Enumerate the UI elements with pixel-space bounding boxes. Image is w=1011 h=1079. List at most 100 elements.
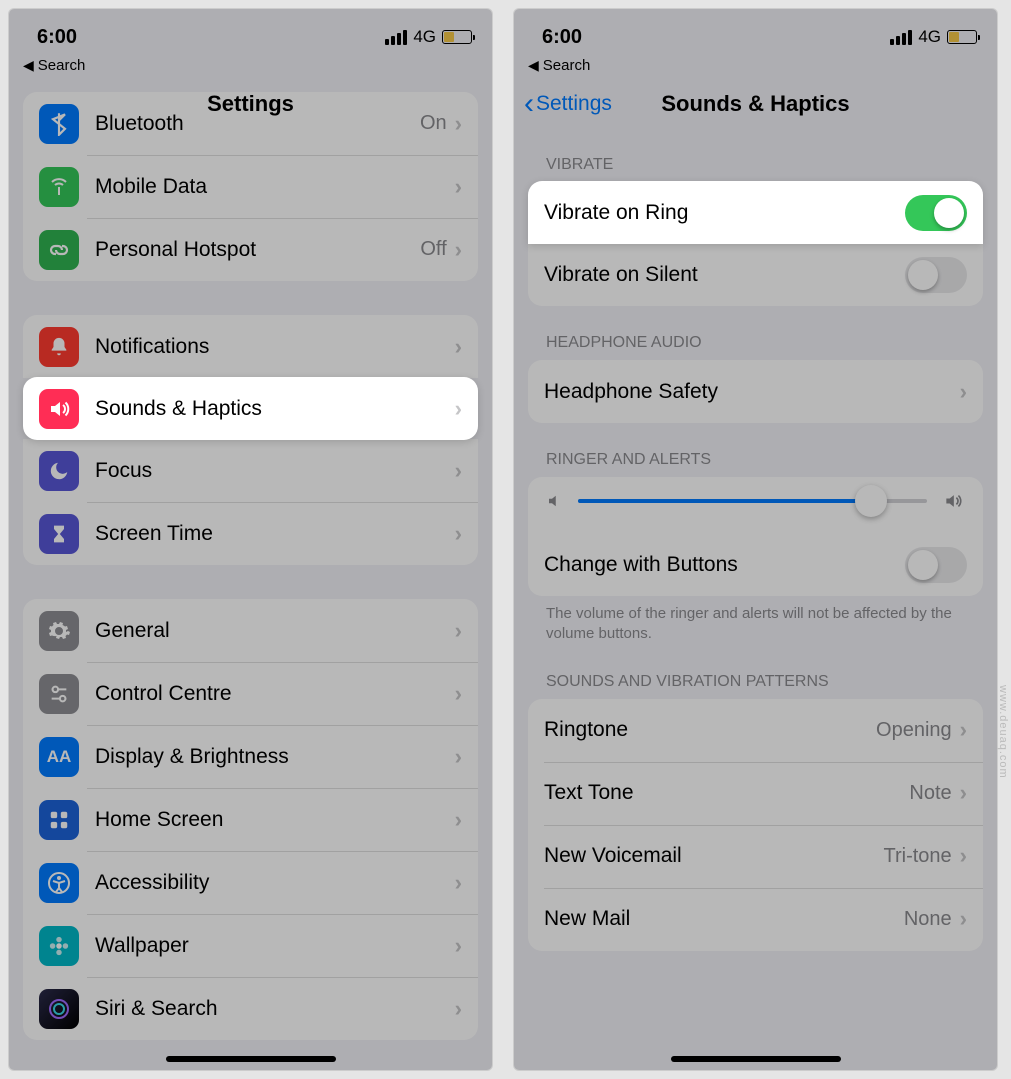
row-label: Notifications — [95, 335, 455, 359]
settings-list[interactable]: Bluetooth On › Mobile Data › Personal Ho… — [9, 92, 492, 1060]
row-label: Focus — [95, 459, 455, 483]
chevron-right-icon: › — [455, 870, 462, 896]
chevron-right-icon: › — [455, 111, 462, 137]
home-indicator[interactable] — [166, 1056, 336, 1062]
row-label: Wallpaper — [95, 934, 455, 958]
row-label: Sounds & Haptics — [95, 397, 455, 421]
status-time: 6:00 — [542, 26, 582, 49]
row-mobile-data[interactable]: Mobile Data › — [23, 155, 478, 218]
row-sounds-haptics[interactable]: Sounds & Haptics › — [23, 377, 478, 440]
back-caret-icon: ◀ — [23, 57, 34, 74]
row-notifications[interactable]: Notifications › — [23, 315, 478, 378]
row-personal-hotspot[interactable]: Personal Hotspot Off › — [23, 218, 478, 281]
row-label: Screen Time — [95, 522, 455, 546]
row-ringtone[interactable]: Ringtone Opening › — [528, 699, 983, 762]
speaker-high-icon — [941, 491, 965, 511]
row-label: Text Tone — [544, 781, 909, 805]
bell-icon — [39, 327, 79, 367]
network-label: 4G — [918, 27, 941, 47]
row-home-screen[interactable]: Home Screen › — [23, 788, 478, 851]
row-value: Tri-tone — [884, 845, 952, 868]
chevron-left-icon: ‹ — [524, 89, 534, 119]
chevron-right-icon: › — [455, 996, 462, 1022]
row-label: Siri & Search — [95, 997, 455, 1021]
row-label: Vibrate on Ring — [544, 201, 905, 225]
row-text-tone[interactable]: Text Tone Note › — [528, 762, 983, 825]
chevron-right-icon: › — [455, 174, 462, 200]
section-headphone: HEADPHONE AUDIO — [528, 306, 983, 360]
row-label: New Mail — [544, 907, 904, 931]
nav-back-label: Settings — [536, 92, 612, 116]
group-vibrate: Vibrate on Silent — [528, 243, 983, 306]
chevron-right-icon: › — [455, 521, 462, 547]
row-label: Mobile Data — [95, 175, 455, 199]
row-label: New Voicemail — [544, 844, 884, 868]
home-indicator[interactable] — [671, 1056, 841, 1062]
speaker-low-icon — [546, 492, 564, 510]
status-time: 6:00 — [37, 26, 77, 49]
back-to-search[interactable]: ◀ Search — [9, 57, 492, 80]
row-accessibility[interactable]: Accessibility › — [23, 851, 478, 914]
flower-icon — [39, 926, 79, 966]
chevron-right-icon: › — [960, 717, 967, 743]
row-bluetooth[interactable]: Bluetooth On › — [23, 92, 478, 155]
grid-icon — [39, 800, 79, 840]
toggle-vibrate-on-silent[interactable] — [905, 257, 967, 293]
row-control-centre[interactable]: Control Centre › — [23, 662, 478, 725]
row-label: Display & Brightness — [95, 745, 455, 769]
row-new-mail[interactable]: New Mail None › — [528, 888, 983, 951]
row-vibrate-on-ring[interactable]: Vibrate on Ring — [528, 181, 983, 244]
sounds-list[interactable]: VIBRATE Vibrate on Ring Vibrate on Silen… — [514, 128, 997, 971]
chevron-right-icon: › — [960, 906, 967, 932]
battery-icon — [947, 30, 977, 44]
row-label: Vibrate on Silent — [544, 263, 905, 287]
watermark: www.deuaq.com — [997, 685, 1009, 779]
row-vibrate-on-ring-highlight: Vibrate on Ring — [528, 181, 983, 244]
row-screen-time[interactable]: Screen Time › — [23, 502, 478, 565]
row-display-brightness[interactable]: AA Display & Brightness › — [23, 725, 478, 788]
accessibility-icon — [39, 863, 79, 903]
cellular-signal-icon — [385, 30, 407, 45]
chevron-right-icon: › — [455, 396, 462, 422]
phone-sounds-haptics: 6:00 4G ◀ Search ‹ Settings Sounds & Hap… — [513, 8, 998, 1071]
group-general: General › Control Centre › AA Display & … — [23, 599, 478, 1040]
row-label: Ringtone — [544, 718, 876, 742]
chevron-right-icon: › — [455, 458, 462, 484]
status-right: 4G — [890, 27, 977, 47]
group-headphone: Headphone Safety › — [528, 360, 983, 423]
row-siri-search[interactable]: Siri & Search › — [23, 977, 478, 1040]
section-vibrate: VIBRATE — [528, 128, 983, 182]
row-vibrate-on-silent[interactable]: Vibrate on Silent — [528, 243, 983, 306]
link-icon — [39, 230, 79, 270]
row-focus[interactable]: Focus › — [23, 439, 478, 502]
ringer-footer: The volume of the ringer and alerts will… — [528, 596, 983, 645]
back-label: Search — [38, 57, 86, 74]
text-size-icon: AA — [39, 737, 79, 777]
chevron-right-icon: › — [455, 334, 462, 360]
row-general[interactable]: General › — [23, 599, 478, 662]
row-new-voicemail[interactable]: New Voicemail Tri-tone › — [528, 825, 983, 888]
row-label: Home Screen — [95, 808, 455, 832]
status-right: 4G — [385, 27, 472, 47]
chevron-right-icon: › — [960, 780, 967, 806]
group-notifications: Notifications › — [23, 315, 478, 378]
hourglass-icon — [39, 514, 79, 554]
toggle-change-with-buttons[interactable] — [905, 547, 967, 583]
back-label: Search — [543, 57, 591, 74]
chevron-right-icon: › — [455, 681, 462, 707]
row-headphone-safety[interactable]: Headphone Safety › — [528, 360, 983, 423]
status-bar: 6:00 4G — [9, 9, 492, 57]
speaker-icon — [39, 389, 79, 429]
row-change-with-buttons[interactable]: Change with Buttons — [528, 533, 983, 596]
back-caret-icon: ◀ — [528, 57, 539, 74]
toggle-vibrate-on-ring[interactable] — [905, 195, 967, 231]
antenna-icon — [39, 167, 79, 207]
back-to-search[interactable]: ◀ Search — [514, 57, 997, 80]
row-value: Note — [909, 782, 951, 805]
moon-icon — [39, 451, 79, 491]
nav-back-button[interactable]: ‹ Settings — [524, 89, 612, 119]
row-sounds-haptics-highlight: Sounds & Haptics › — [23, 377, 478, 440]
navbar: ‹ Settings Sounds & Haptics — [514, 80, 997, 128]
row-wallpaper[interactable]: Wallpaper › — [23, 914, 478, 977]
volume-slider[interactable] — [578, 499, 927, 503]
